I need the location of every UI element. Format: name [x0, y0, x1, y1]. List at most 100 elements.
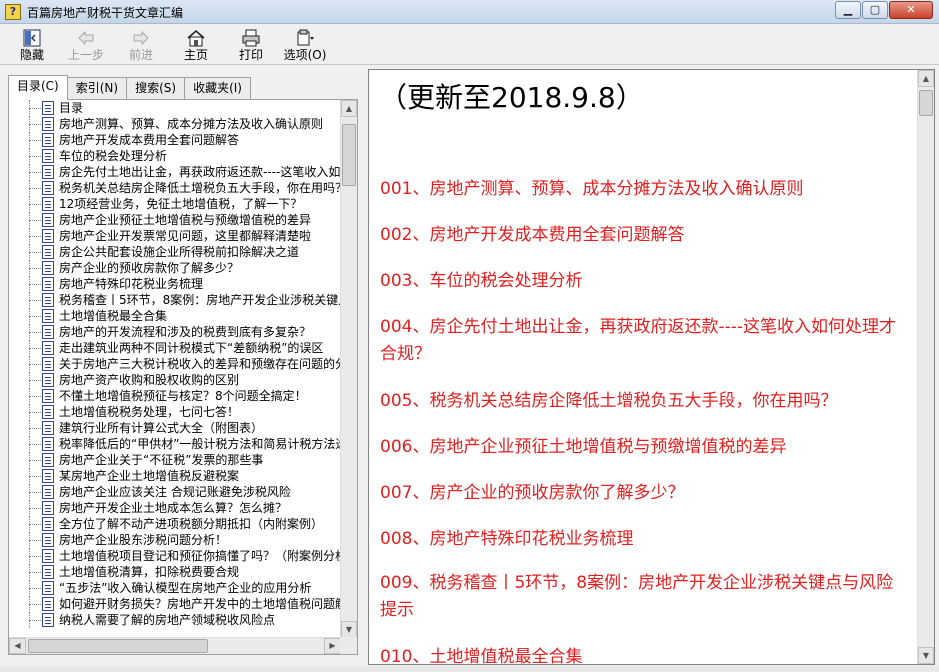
tree-item[interactable]: 房地产企业应该关注 合规记账避免涉税风险	[9, 484, 341, 500]
maximize-button[interactable]: ▢	[862, 1, 888, 19]
article-link[interactable]: 007、房产企业的预收房款你了解多少？	[380, 480, 910, 507]
tree-item[interactable]: 房地产企业股东涉税问题分析！	[9, 532, 341, 548]
tree-connector	[29, 508, 41, 509]
scroll-right-arrow-icon[interactable]: ▶	[324, 638, 341, 654]
document-icon	[42, 437, 54, 451]
tree-item[interactable]: 纳税人需要了解的房地产领域税收风险点	[9, 612, 341, 628]
tree-item[interactable]: 房地产测算、预算、成本分摊方法及收入确认原则	[9, 116, 341, 132]
tree-item[interactable]: 土地增值税清算，扣除税费要合规	[9, 564, 341, 580]
tree-item[interactable]: “五步法”收入确认模型在房地产企业的应用分析	[9, 580, 341, 596]
tree-item[interactable]: 如何避开财务损失？房地产开发中的土地增值税问题解析	[9, 596, 341, 612]
tree-item[interactable]: 走出建筑业两种不同计税模式下“差额纳税”的误区	[9, 340, 341, 356]
tree-item[interactable]: 建筑行业所有计算公式大全（附图表）	[9, 420, 341, 436]
document-icon	[42, 101, 54, 115]
tab-index[interactable]: 索引(N)	[66, 77, 128, 99]
tree-item[interactable]: 房地产的开发流程和涉及的税费到底有多复杂？	[9, 324, 341, 340]
tree-item[interactable]: 房地产开发成本费用全套问题解答	[9, 132, 341, 148]
article-link[interactable]: 004、房企先付土地出让金，再获政府返还款----这笔收入如何处理才合规？	[380, 314, 910, 368]
tree-vertical-scrollbar[interactable]: ▲ ▼	[340, 100, 357, 638]
article-link[interactable]: 005、税务机关总结房企降低土增税负五大手段，你在用吗？	[380, 388, 910, 415]
article-link[interactable]: 009、税务稽查丨5环节，8案例：房地产开发企业涉税关键点与风险提示	[380, 570, 910, 624]
content-vertical-scrollbar[interactable]: ▲ ▼	[917, 70, 934, 664]
tree-scroll-thumb[interactable]	[342, 124, 356, 186]
tab-search[interactable]: 搜索(S)	[126, 77, 186, 99]
tree-item[interactable]: 房地产开发企业土地成本怎么算？怎么摊？	[9, 500, 341, 516]
document-icon	[42, 453, 54, 467]
tree-connector	[29, 524, 41, 525]
tree-item-label: 土地增值税最全合集	[59, 309, 168, 323]
tree-item[interactable]: 车位的税会处理分析	[9, 148, 341, 164]
tree-hscroll-thumb[interactable]	[28, 639, 208, 653]
options-icon	[297, 29, 314, 46]
tree-item[interactable]: 土地增值税税务处理，七问七答！	[9, 404, 341, 420]
content-scroll-up-arrow-icon[interactable]: ▲	[918, 70, 934, 87]
print-button[interactable]: 打印	[227, 29, 275, 63]
tree-item-label: 不懂土地增值税预征与核定？8个问题全搞定！	[59, 389, 307, 403]
article-link[interactable]: 010、土地增值税最全合集	[380, 644, 910, 664]
document-icon	[42, 325, 54, 339]
tree-item[interactable]: 房地产资产收购和股权收购的区别	[9, 372, 341, 388]
hide-button[interactable]: 隐藏	[8, 29, 56, 63]
tree-item[interactable]: 税务机关总结房企降低土增税负五大手段，你在用吗？	[9, 180, 341, 196]
document-icon	[42, 373, 54, 387]
content-scroll-down-arrow-icon[interactable]: ▼	[918, 647, 934, 664]
tree-item-label: 房地产企业应该关注 合规记账避免涉税风险	[59, 485, 291, 499]
tab-contents[interactable]: 目录(C)	[8, 75, 68, 100]
tree-connector	[29, 268, 41, 269]
tree-item-label: 走出建筑业两种不同计税模式下“差额纳税”的误区	[59, 341, 324, 355]
tree-item[interactable]: 税务稽查丨5环节，8案例：房地产开发企业涉税关键点与风险提示	[9, 292, 341, 308]
document-icon	[42, 581, 54, 595]
tree-item-label: 全方位了解不动产进项税额分期抵扣（内附案例）	[59, 517, 324, 531]
tree-item[interactable]: 房产企业的预收房款你了解多少？	[9, 260, 341, 276]
tree-item[interactable]: 12项经营业务，免征土地增值税，了解一下？	[9, 196, 341, 212]
minimize-button[interactable]: ▁	[835, 1, 861, 19]
document-icon	[42, 149, 54, 163]
hide-pane-icon	[23, 29, 41, 47]
tree-item[interactable]: 某房地产企业土地增值税反避税案	[9, 468, 341, 484]
forward-button[interactable]: 前进	[117, 29, 165, 63]
article-link[interactable]: 008、房地产特殊印花税业务梳理	[380, 526, 910, 553]
document-icon	[42, 133, 54, 147]
tree-item[interactable]: 税率降低后的“甲供材”一般计税方法和简易计税方法选择	[9, 436, 341, 452]
close-button[interactable]: ✕	[889, 1, 933, 19]
tree-horizontal-scrollbar[interactable]: ◀ ▶	[9, 637, 341, 654]
tree-connector	[29, 124, 41, 125]
options-button[interactable]: 选项(O)	[281, 29, 329, 63]
article-link[interactable]: 002、房地产开发成本费用全套问题解答	[380, 222, 910, 249]
tree-item-label: 税务机关总结房企降低土增税负五大手段，你在用吗？	[59, 181, 341, 195]
tree-item[interactable]: 目录	[9, 100, 341, 116]
article-link[interactable]: 006、房地产企业预征土地增值税与预缴增值税的差异	[380, 434, 910, 461]
article-link[interactable]: 003、车位的税会处理分析	[380, 268, 910, 295]
tab-favorites[interactable]: 收藏夹(I)	[184, 77, 251, 99]
tree-item-label: 建筑行业所有计算公式大全（附图表）	[59, 421, 264, 435]
back-button[interactable]: 上一步	[62, 29, 110, 63]
tree-connector	[29, 444, 41, 445]
tree-item[interactable]: 房地产特殊印花税业务梳理	[9, 276, 341, 292]
article-link[interactable]: 001、房地产测算、预算、成本分摊方法及收入确认原则	[380, 176, 910, 203]
tree-item[interactable]: 土地增值税最全合集	[9, 308, 341, 324]
tree-item-label: 房地产企业股东涉税问题分析！	[59, 533, 228, 547]
tree-item[interactable]: 土地增值税项目登记和预征你搞懂了吗？（附案例分析）	[9, 548, 341, 564]
tree-item[interactable]: 房地产企业关于“不征税”发票的那些事	[9, 452, 341, 468]
document-icon	[42, 165, 54, 179]
scroll-left-arrow-icon[interactable]: ◀	[9, 638, 26, 654]
tree-item[interactable]: 房地产企业预征土地增值税与预缴增值税的差异	[9, 212, 341, 228]
print-label: 打印	[238, 48, 263, 62]
tree-item[interactable]: 房企公共配套设施企业所得税前扣除解决之道	[9, 244, 341, 260]
tree-item-label: 房地产企业预征土地增值税与预缴增值税的差异	[59, 213, 312, 227]
tree-item[interactable]: 关于房地产三大税计税收入的差异和预缴存在问题的分析	[9, 356, 341, 372]
tree-item-label: 税务稽查丨5环节，8案例：房地产开发企业涉税关键点与风险提示	[59, 293, 341, 307]
tree-item[interactable]: 房地产企业开发票常见问题，这里都解释清楚啦	[9, 228, 341, 244]
tree-item[interactable]: 不懂土地增值税预征与核定？8个问题全搞定！	[9, 388, 341, 404]
tree-item[interactable]: 房企先付土地出让金，再获政府返还款----这笔收入如何处理才合规？	[9, 164, 341, 180]
document-icon	[42, 565, 54, 579]
tree-item-label: 房地产开发企业土地成本怎么算？怎么摊？	[59, 501, 288, 515]
home-button[interactable]: 主页	[172, 29, 220, 63]
scroll-up-arrow-icon[interactable]: ▲	[341, 100, 357, 117]
tree-item[interactable]: 全方位了解不动产进项税额分期抵扣（内附案例）	[9, 516, 341, 532]
scroll-down-arrow-icon[interactable]: ▼	[341, 621, 357, 638]
tree-connector	[29, 604, 41, 605]
document-icon	[42, 341, 54, 355]
content-scroll-thumb[interactable]	[919, 90, 933, 116]
document-icon	[42, 549, 54, 563]
